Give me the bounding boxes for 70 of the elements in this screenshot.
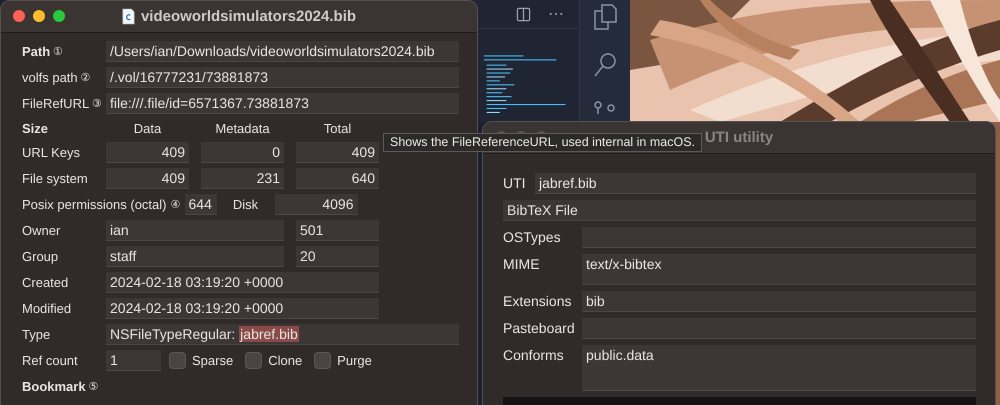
field-label: Ref count [22, 353, 79, 368]
field-label: UTI [503, 174, 527, 193]
field-label: Owner [22, 223, 62, 238]
field-label: URL Keys [22, 145, 82, 160]
field-label: Pasteboard [503, 319, 576, 338]
source-control-icon[interactable] [593, 100, 617, 114]
field-label: Modified [22, 301, 72, 316]
text-field[interactable]: NSFileTypeRegular: jabref.bib [106, 324, 459, 345]
search-icon[interactable] [593, 52, 617, 78]
number-field[interactable]: 4096 [274, 194, 358, 215]
field-label: Created [22, 275, 70, 290]
document-icon [122, 8, 135, 25]
minimize-button[interactable] [33, 10, 45, 22]
number-field[interactable]: 0 [201, 142, 284, 163]
field-label: OSTypes [503, 228, 562, 247]
column-header: Data [132, 120, 162, 136]
date-field[interactable]: 2024-02-18 03:19:20 +0000 [106, 298, 379, 319]
field-label: FileRefURL [22, 96, 90, 111]
more-icon[interactable] [549, 12, 563, 16]
checkbox[interactable]: Clone [245, 352, 302, 369]
field-label: File system [22, 171, 89, 186]
field-label: volfs path [22, 70, 78, 85]
field-label: Extensions [503, 292, 572, 311]
split-editor-icon[interactable] [516, 6, 531, 22]
id-field[interactable]: 20 [296, 246, 379, 267]
text-field[interactable]: BibTeX File [503, 200, 976, 221]
text-field[interactable]: bib [582, 291, 976, 312]
text-field[interactable] [582, 318, 976, 339]
zoom-button[interactable] [53, 10, 65, 22]
text-field[interactable]: staff [106, 246, 284, 267]
field-label: Conforms [503, 346, 565, 365]
number-field[interactable]: 409 [106, 168, 189, 189]
number-field[interactable]: 409 [296, 142, 379, 163]
text-field[interactable]: jabref.bib [535, 173, 976, 194]
text-field[interactable]: /.vol/16777231/73881873 [106, 67, 459, 88]
info-marker[interactable]: ① [53, 45, 64, 58]
checkbox[interactable]: Purge [314, 352, 372, 369]
field-label: Disk [232, 197, 260, 212]
field-label: Type [22, 327, 52, 342]
number-field[interactable]: 640 [296, 168, 379, 189]
window-title: UTI utility [704, 129, 774, 146]
text-field[interactable]: text/x-bibtex [582, 254, 976, 285]
field-label: MIME [503, 255, 541, 274]
text-field[interactable]: ian [106, 220, 284, 241]
date-field[interactable]: 2024-02-18 03:19:20 +0000 [106, 272, 379, 293]
text-field[interactable] [582, 227, 976, 248]
section-header: Size [22, 120, 50, 136]
number-field[interactable]: 1 [106, 350, 161, 371]
files-icon[interactable] [593, 4, 617, 30]
checkbox[interactable]: Sparse [169, 352, 234, 369]
info-marker[interactable]: ③ [92, 97, 102, 110]
info-marker[interactable]: ⑤ [88, 380, 99, 393]
section-header: Bookmark [22, 379, 86, 394]
column-header: Metadata [214, 120, 271, 136]
info-marker[interactable]: ② [80, 71, 91, 84]
close-button[interactable] [13, 10, 25, 22]
id-field[interactable]: 501 [296, 220, 379, 241]
number-field[interactable]: 231 [201, 168, 284, 189]
tooltip: Shows the FileReferenceURL, used internal in macOS. [383, 133, 702, 152]
field-label: Path [22, 44, 50, 59]
permissions-field[interactable]: 644 [184, 194, 216, 215]
text-field[interactable]: /Users/ian/Downloads/videoworldsimulators2024.bib [106, 41, 459, 62]
field-label: Group [22, 249, 60, 264]
number-field[interactable]: 409 [106, 142, 189, 163]
column-header: Total [322, 120, 352, 136]
text-field[interactable]: public.data [582, 345, 976, 391]
info-marker[interactable]: ④ [170, 198, 180, 211]
window-title: videoworldsimulators2024.bib [140, 8, 356, 25]
field-label: Posix permissions (octal) [22, 197, 166, 212]
text-field[interactable]: file:///.file/id=6571367.73881873 [106, 93, 459, 114]
